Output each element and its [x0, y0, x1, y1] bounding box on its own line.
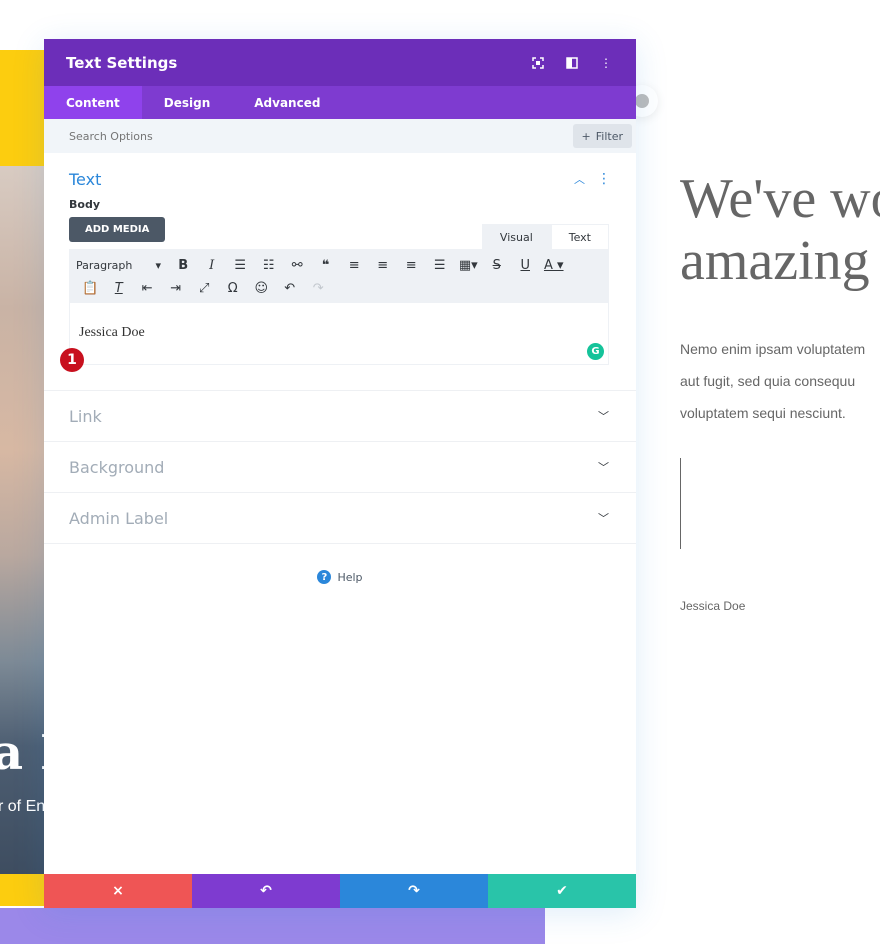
divider-line: [680, 458, 681, 549]
help-link[interactable]: ? Help: [44, 570, 636, 584]
align-right-icon[interactable]: ≡: [397, 258, 426, 273]
modal-header: Text Settings ⋮: [44, 39, 636, 86]
chevron-down-icon[interactable]: ﹀: [598, 408, 609, 424]
italic-icon[interactable]: I: [198, 258, 227, 273]
section-background[interactable]: Background ﹀: [44, 441, 636, 492]
focus-mode-icon[interactable]: [530, 55, 546, 71]
numbered-list-icon[interactable]: ☷: [255, 258, 284, 273]
modal-title: Text Settings: [66, 53, 178, 72]
tab-advanced[interactable]: Advanced: [232, 86, 342, 119]
editor-tab-text[interactable]: Text: [550, 224, 609, 249]
emoji-icon[interactable]: ☺: [247, 281, 276, 296]
text-settings-modal: Text Settings ⋮ Content Design Advanced …: [44, 39, 636, 908]
align-left-icon[interactable]: ≡: [340, 258, 369, 273]
rich-text-editor[interactable]: Jessica Doe G: [69, 303, 609, 365]
section-title: Admin Label: [69, 508, 169, 528]
undo-icon: ↶: [260, 883, 272, 899]
divider: [44, 543, 636, 544]
blockquote-icon[interactable]: ❝: [312, 258, 341, 273]
help-icon: ?: [317, 570, 332, 584]
background-purple-strip: [0, 908, 545, 944]
page-body-text: Nemo enim ipsam voluptatem aut fugit, se…: [680, 333, 880, 429]
clear-formatting-icon[interactable]: T: [105, 281, 134, 296]
undo-icon[interactable]: ↶: [276, 281, 305, 296]
grammarly-icon[interactable]: G: [587, 343, 604, 360]
more-options-icon[interactable]: ⋮: [598, 55, 614, 71]
bold-icon[interactable]: B: [169, 258, 198, 273]
add-media-button[interactable]: ADD MEDIA: [69, 217, 166, 242]
section-title: Link: [69, 406, 102, 426]
chevron-down-icon[interactable]: ﹀: [598, 459, 609, 475]
body-label: Body: [69, 198, 100, 211]
help-label: Help: [337, 570, 363, 584]
heading-line-2: amazing: [680, 230, 870, 292]
tab-content[interactable]: Content: [44, 86, 142, 119]
filter-button[interactable]: + Filter: [572, 124, 632, 148]
check-icon: ✔: [556, 883, 568, 899]
redo-icon: ↷: [408, 883, 420, 899]
tab-design[interactable]: Design: [142, 86, 233, 119]
step-number-badge: 1: [60, 348, 84, 372]
special-character-icon[interactable]: Ω: [219, 281, 248, 296]
body-line: voluptatem sequi nesciunt.: [680, 405, 846, 421]
table-icon[interactable]: ▦▾: [454, 258, 483, 273]
globe-icon: [635, 94, 649, 108]
link-icon[interactable]: ⚯: [283, 258, 312, 273]
fullscreen-icon[interactable]: ⤢: [190, 281, 219, 296]
body-line: Nemo enim ipsam voluptatem: [680, 341, 866, 357]
text-section-title: Text: [69, 169, 102, 189]
redo-icon[interactable]: ↷: [304, 281, 333, 296]
underline-icon[interactable]: U: [511, 258, 540, 273]
indent-icon[interactable]: ⇥: [162, 281, 191, 296]
search-options-input[interactable]: [69, 129, 573, 143]
text-section: Text ︿ ⋮ Body ADD MEDIA Visual Text Para…: [44, 153, 636, 365]
paragraph-format-select[interactable]: Paragraph ▾: [76, 259, 169, 272]
chevron-down-icon[interactable]: ﹀: [598, 510, 609, 526]
split-view-icon[interactable]: [564, 55, 580, 71]
format-select-value: Paragraph: [76, 259, 133, 272]
page-author: Jessica Doe: [680, 599, 746, 613]
cancel-button[interactable]: ×: [44, 874, 192, 908]
align-justify-icon[interactable]: ☰: [426, 258, 455, 273]
section-title: Background: [69, 457, 165, 477]
modal-footer: × ↶ ↷ ✔: [44, 874, 636, 908]
bullet-list-icon[interactable]: ☰: [226, 258, 255, 273]
search-bar: + Filter: [44, 119, 636, 153]
strikethrough-icon[interactable]: S: [483, 258, 512, 273]
section-options-icon[interactable]: ⋮: [597, 171, 611, 187]
section-link[interactable]: Link ﹀: [44, 390, 636, 441]
chevron-up-icon[interactable]: ︿: [574, 171, 585, 187]
save-button[interactable]: ✔: [488, 874, 636, 908]
editor-content[interactable]: Jessica Doe: [79, 325, 599, 341]
filter-label: Filter: [595, 129, 623, 143]
caret-down-icon: ▾: [155, 259, 161, 272]
text-color-icon[interactable]: A ▾: [540, 258, 569, 273]
align-center-icon[interactable]: ≡: [369, 258, 398, 273]
undo-button[interactable]: ↶: [192, 874, 340, 908]
editor-tab-visual[interactable]: Visual: [481, 224, 551, 249]
section-admin-label[interactable]: Admin Label ﹀: [44, 492, 636, 543]
modal-tabs: Content Design Advanced: [44, 86, 636, 119]
plus-icon: +: [581, 129, 591, 143]
editor-toolbar: Paragraph ▾ B I ☰ ☷ ⚯ ❝ ≡ ≡ ≡ ☰ ▦▾ S U A…: [69, 249, 609, 303]
redo-button[interactable]: ↷: [340, 874, 488, 908]
paste-as-text-icon[interactable]: 📋: [76, 281, 105, 296]
body-line: aut fugit, sed quia consequu: [680, 373, 856, 389]
heading-line-1: We've wo: [680, 168, 880, 230]
close-icon: ×: [112, 883, 124, 899]
page-heading: We've wo amazing: [680, 168, 880, 292]
outdent-icon[interactable]: ⇤: [133, 281, 162, 296]
